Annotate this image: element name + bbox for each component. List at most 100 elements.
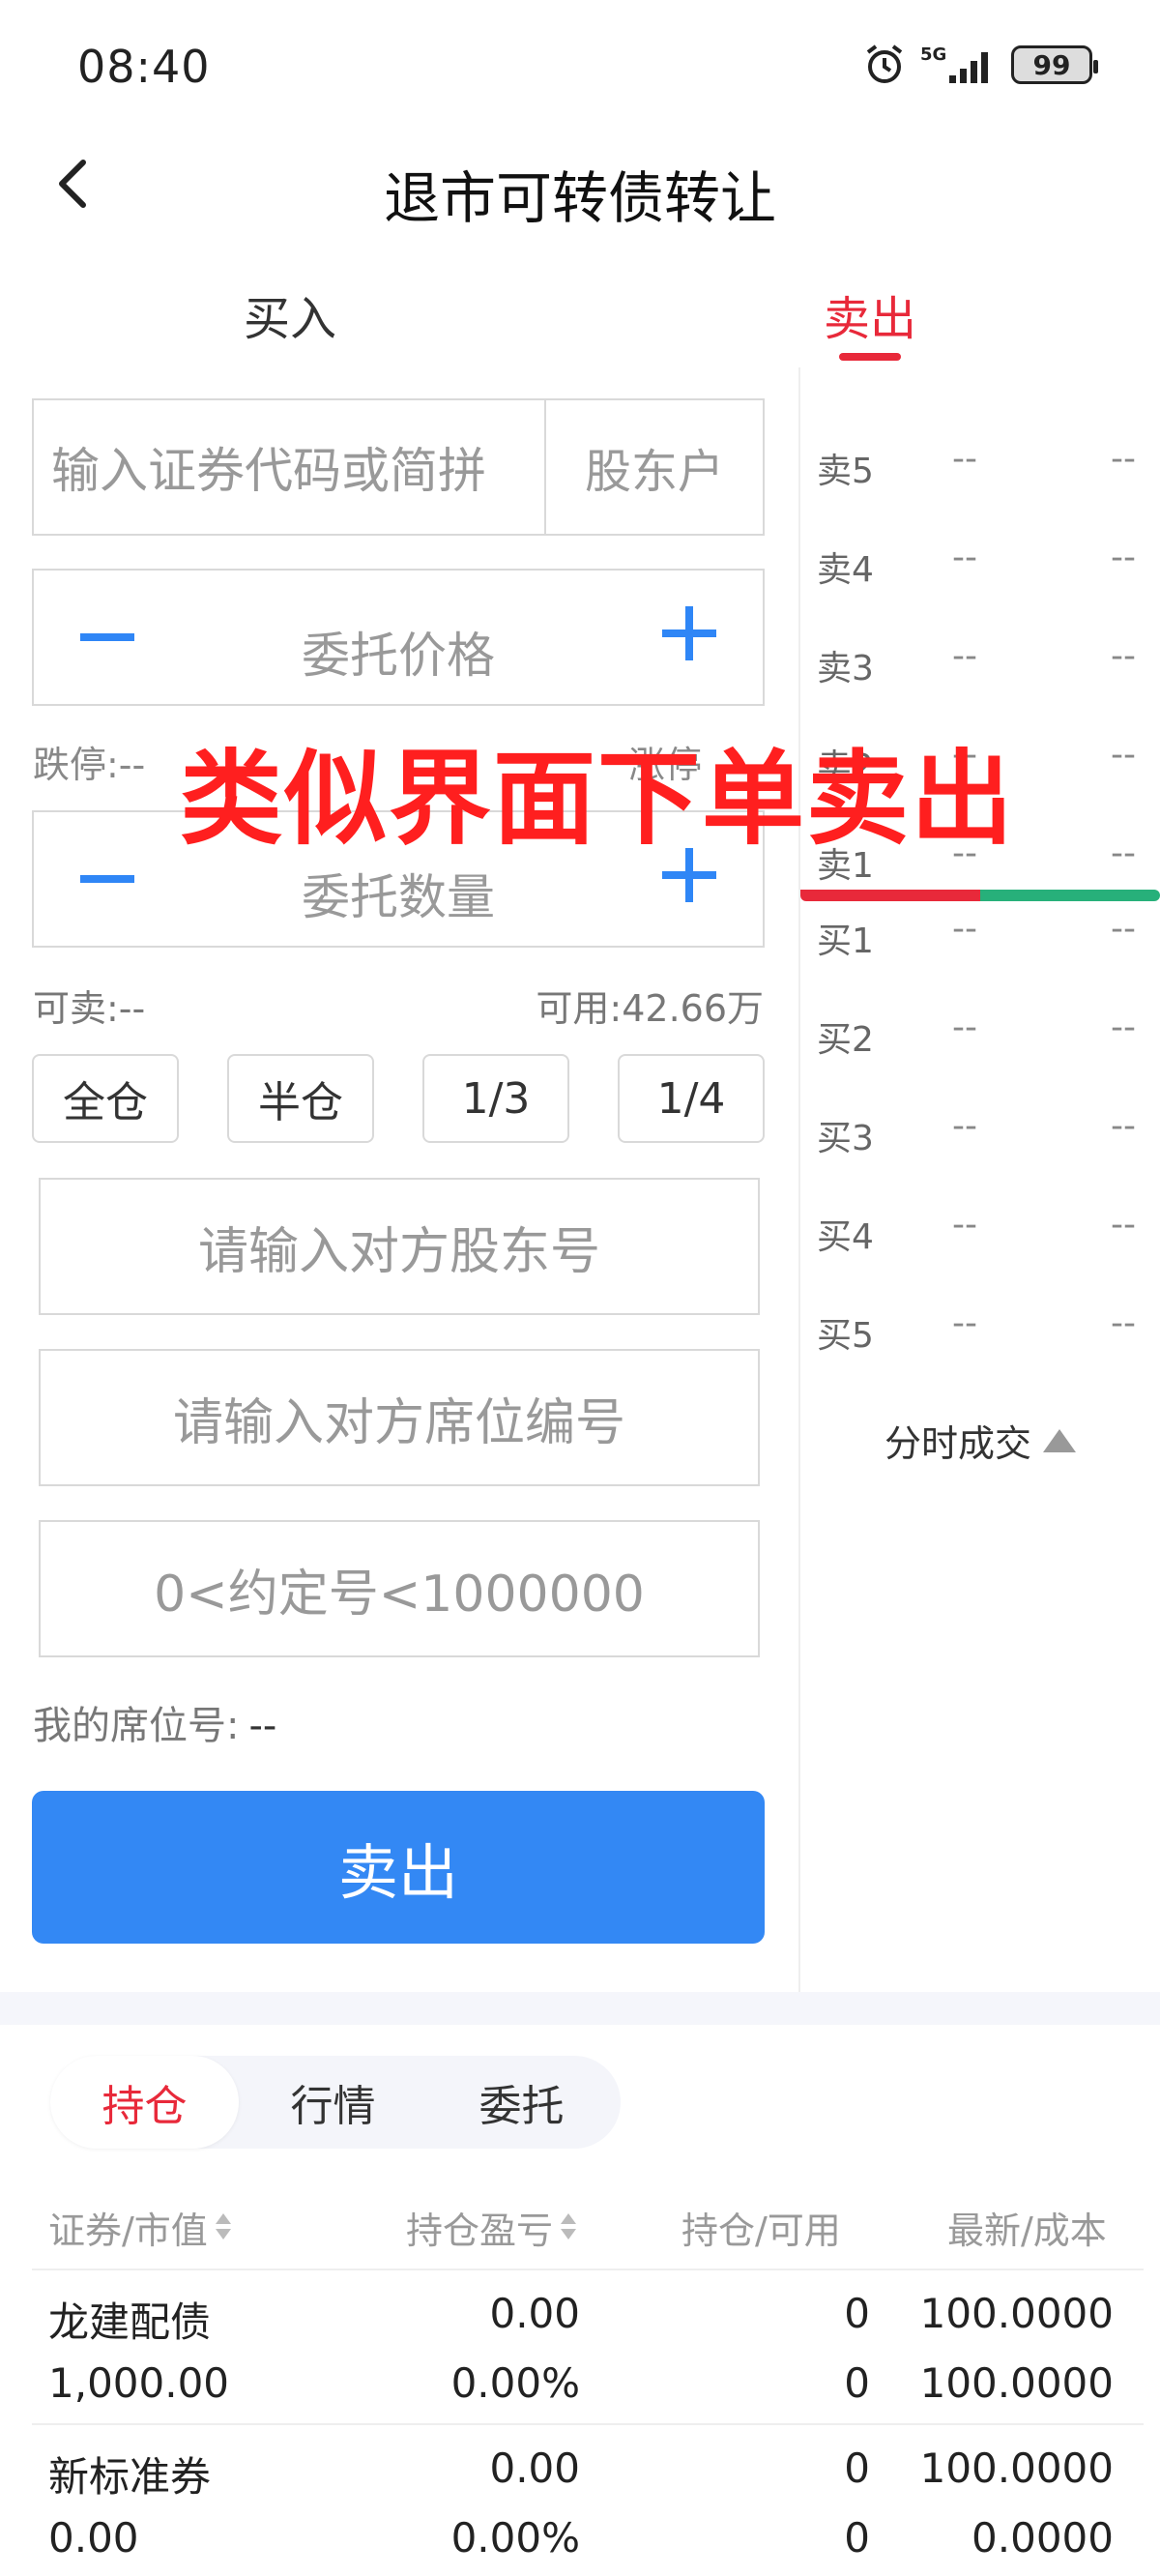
cell-available: 0 bbox=[844, 2514, 870, 2561]
header-security[interactable]: 证券/市值 bbox=[48, 2201, 231, 2254]
tab-active-indicator bbox=[839, 353, 901, 361]
timeshare-label: 分时成交 bbox=[884, 1422, 1032, 1465]
price-stepper: 委托价格 bbox=[32, 569, 765, 706]
ob-price: -- bbox=[952, 439, 977, 479]
quantity-input[interactable]: 委托数量 bbox=[34, 859, 763, 928]
ob-volume: -- bbox=[1111, 1303, 1136, 1343]
ob-price: -- bbox=[952, 636, 977, 676]
header-pnl-label: 持仓盈亏 bbox=[406, 2210, 554, 2252]
position-full-button[interactable]: 全仓 bbox=[32, 1054, 179, 1143]
my-seat-value: -- bbox=[248, 1704, 277, 1748]
ob-price: -- bbox=[952, 909, 977, 949]
ob-price: -- bbox=[952, 1008, 977, 1047]
ob-label: 买1 bbox=[817, 922, 874, 961]
price-plus-button[interactable] bbox=[654, 590, 724, 677]
sellable-amount: 可卖:-- bbox=[33, 987, 146, 1030]
page-title: 退市可转债转让 bbox=[383, 165, 776, 231]
overlay-caption: 类似界面下单卖出 bbox=[180, 740, 1015, 859]
cell-pnl-pct: 0.00% bbox=[450, 2514, 580, 2561]
my-seat-row: 我的席位号: -- bbox=[33, 1694, 276, 1750]
sort-icon bbox=[214, 2211, 231, 2244]
alarm-icon bbox=[862, 43, 907, 87]
timeshare-trades-toggle[interactable]: 分时成交 bbox=[884, 1414, 1077, 1467]
order-book-buy3: 买3 -- -- bbox=[817, 1100, 1136, 1158]
sell-button[interactable]: 卖出 bbox=[32, 1791, 765, 1944]
cell-position: 0 bbox=[844, 2444, 870, 2492]
ob-volume: -- bbox=[1111, 1106, 1136, 1146]
position-quarter-button[interactable]: 1/4 bbox=[618, 1054, 765, 1143]
security-code-input[interactable]: 输入证券代码或简拼 bbox=[32, 398, 546, 536]
cell-name: 龙建配债 bbox=[48, 2298, 212, 2346]
cell-pnl: 0.00 bbox=[489, 2290, 580, 2337]
limit-down-label: 跌停:-- bbox=[33, 744, 146, 786]
tab-sell[interactable]: 卖出 bbox=[773, 280, 967, 348]
header-security-label: 证券/市值 bbox=[48, 2210, 208, 2252]
status-bar: 08:40 5G 99 bbox=[0, 0, 1160, 135]
cell-available: 0 bbox=[844, 2359, 870, 2407]
position-half-button[interactable]: 半仓 bbox=[227, 1054, 374, 1143]
order-book-buy5: 买5 -- -- bbox=[817, 1298, 1136, 1356]
order-book-sell5: 卖5 -- -- bbox=[817, 433, 1136, 491]
header-latest-cost: 最新/成本 bbox=[947, 2201, 1107, 2254]
counterparty-seat-input[interactable]: 请输入对方席位编号 bbox=[39, 1349, 760, 1486]
tab-orders[interactable]: 委托 bbox=[427, 2056, 616, 2149]
buy-pressure-bar bbox=[980, 890, 1160, 901]
ob-price: -- bbox=[952, 538, 977, 577]
tab-buy[interactable]: 买入 bbox=[193, 280, 387, 348]
signal-5g-icon: 5G bbox=[920, 43, 998, 87]
position-third-button[interactable]: 1/3 bbox=[422, 1054, 569, 1143]
order-book-sell3: 卖3 -- -- bbox=[817, 630, 1136, 688]
order-book-buy2: 买2 -- -- bbox=[817, 1002, 1136, 1060]
triangle-up-icon bbox=[1043, 1428, 1077, 1452]
ob-price: -- bbox=[952, 1106, 977, 1146]
cell-position: 0 bbox=[844, 2290, 870, 2337]
ob-volume: -- bbox=[1111, 439, 1136, 479]
order-book-sell4: 卖4 -- -- bbox=[817, 532, 1136, 590]
ob-volume: -- bbox=[1111, 1205, 1136, 1244]
network-label: 5G bbox=[920, 44, 946, 65]
available-funds: 可用:42.66万 bbox=[536, 987, 764, 1030]
ob-label: 买5 bbox=[817, 1316, 874, 1356]
order-book-buy1: 买1 -- -- bbox=[817, 903, 1136, 961]
cell-market-value: 0.00 bbox=[48, 2514, 139, 2561]
header-pnl[interactable]: 持仓盈亏 bbox=[406, 2201, 577, 2254]
ob-price: -- bbox=[952, 1303, 977, 1343]
ob-volume: -- bbox=[1111, 735, 1136, 775]
header-position: 持仓/可用 bbox=[682, 2201, 841, 2254]
cell-cost: 0.0000 bbox=[972, 2514, 1114, 2561]
ob-label: 买3 bbox=[817, 1119, 874, 1158]
battery-icon: 99 bbox=[1011, 45, 1098, 84]
holder-account-select[interactable]: 股东户 bbox=[544, 398, 765, 536]
status-time: 08:40 bbox=[77, 41, 211, 93]
counterparty-holder-input[interactable]: 请输入对方股东号 bbox=[39, 1178, 760, 1315]
cell-latest: 100.0000 bbox=[919, 2290, 1114, 2337]
ob-volume: -- bbox=[1111, 636, 1136, 676]
ob-label: 卖5 bbox=[817, 452, 874, 491]
order-book-buy4: 买4 -- -- bbox=[817, 1199, 1136, 1257]
section-separator bbox=[0, 1992, 1160, 2025]
ob-label: 卖4 bbox=[817, 550, 874, 590]
tab-holdings[interactable]: 持仓 bbox=[50, 2056, 239, 2149]
table-divider bbox=[32, 2269, 1144, 2270]
sort-icon bbox=[559, 2211, 577, 2244]
cell-cost: 100.0000 bbox=[919, 2359, 1114, 2407]
ob-label: 卖3 bbox=[817, 649, 874, 688]
header-latest-label: 最新/成本 bbox=[947, 2210, 1107, 2252]
cell-pnl-pct: 0.00% bbox=[450, 2359, 580, 2407]
sell-pressure-bar bbox=[800, 890, 980, 901]
tab-market[interactable]: 行情 bbox=[239, 2056, 427, 2149]
cell-pnl: 0.00 bbox=[489, 2444, 580, 2492]
my-seat-label: 我的席位号: bbox=[33, 1704, 240, 1748]
ob-volume: -- bbox=[1111, 909, 1136, 949]
cell-name: 新标准券 bbox=[48, 2453, 212, 2501]
cell-market-value: 1,000.00 bbox=[48, 2359, 230, 2407]
ob-volume: -- bbox=[1111, 538, 1136, 577]
ob-volume: -- bbox=[1111, 834, 1136, 873]
price-input[interactable]: 委托价格 bbox=[34, 617, 763, 687]
ob-label: 买4 bbox=[817, 1217, 874, 1257]
ob-price: -- bbox=[952, 1205, 977, 1244]
agreement-number-input[interactable]: 0<约定号<1000000 bbox=[39, 1520, 760, 1657]
ob-label: 买2 bbox=[817, 1020, 874, 1060]
table-divider bbox=[32, 2423, 1144, 2425]
status-icons: 5G 99 bbox=[862, 43, 1098, 87]
